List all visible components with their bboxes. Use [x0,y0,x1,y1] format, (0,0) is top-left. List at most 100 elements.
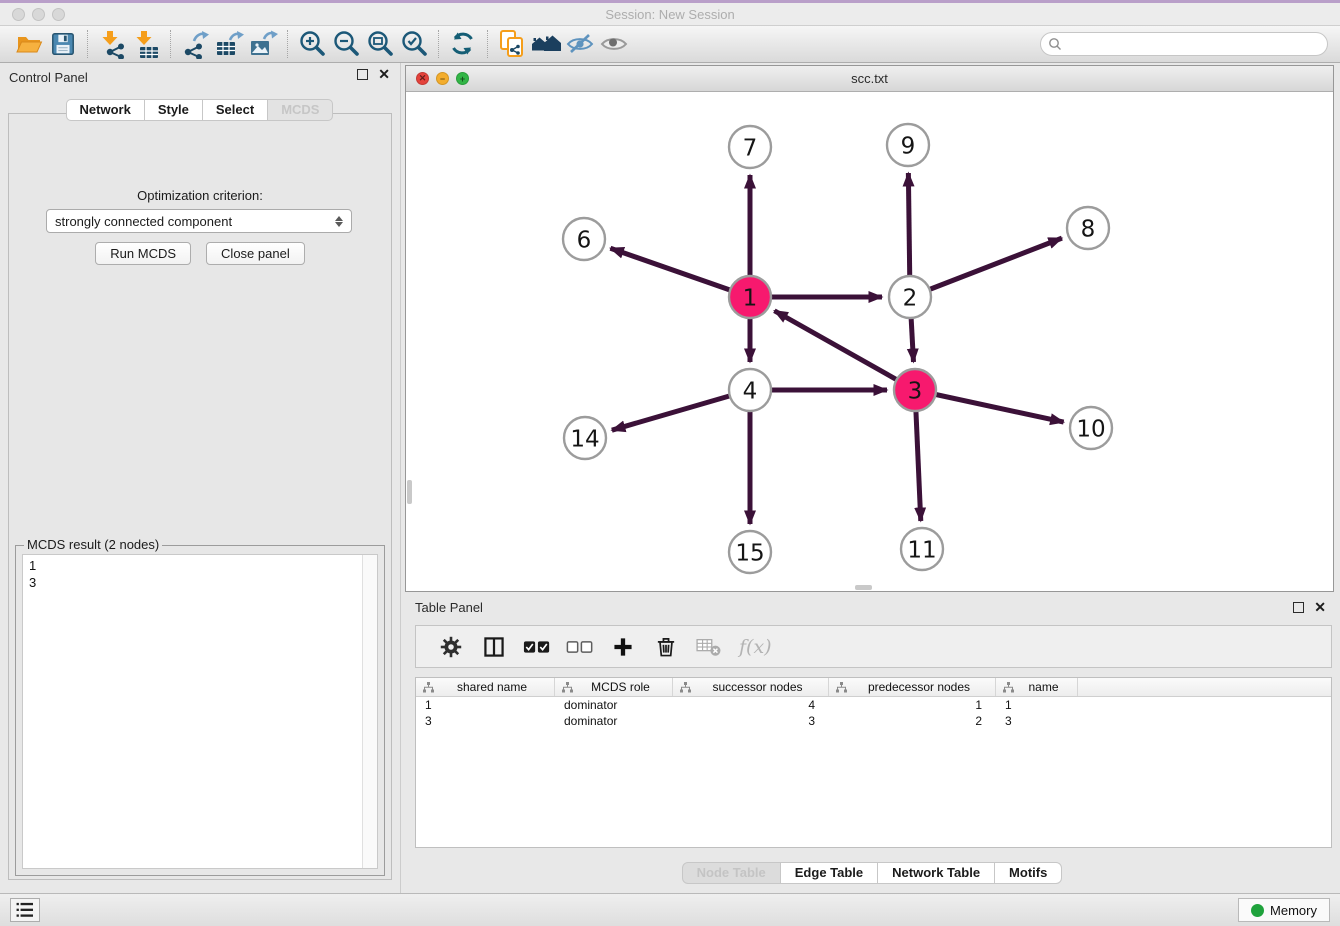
result-scrollbar[interactable] [362,555,377,868]
table-row[interactable]: 1dominator411 [416,697,1331,713]
column-header-mcds-role[interactable]: MCDS role [555,678,673,696]
mcds-result-title: MCDS result (2 nodes) [24,537,162,552]
graph-node-11[interactable]: 11 [901,528,943,570]
zoom-fit-button[interactable] [363,28,397,60]
zoom-selected-icon [399,29,429,59]
close-table-panel-icon[interactable]: ✕ [1314,601,1326,614]
table-cell: 1 [829,697,996,713]
checked-boxes-icon [523,639,551,655]
table-toolbar: f(x) [415,625,1332,668]
graph-node-8[interactable]: 8 [1067,207,1109,249]
tab-node-table[interactable]: Node Table [682,862,781,884]
mcds-result-fieldset: MCDS result (2 nodes) 13 [15,545,385,876]
zoom-in-button[interactable] [295,28,329,60]
close-panel-button[interactable]: Close panel [206,242,305,265]
mcds-result-item[interactable]: 1 [29,557,356,574]
zoom-in-icon [297,29,327,59]
graph-node-14[interactable]: 14 [564,417,606,459]
graph-node-3[interactable]: 3 [894,369,936,411]
mcds-panel: Optimization criterion: strongly connect… [8,113,392,880]
home-icon [530,29,562,59]
network-overview-button[interactable] [495,28,529,60]
graph-node-label: 15 [735,540,764,566]
close-panel-icon[interactable]: ✕ [378,68,390,81]
open-session-button[interactable] [12,28,46,60]
unchecked-boxes-icon [566,639,594,655]
tab-network-table[interactable]: Network Table [877,862,995,884]
graph-node-1[interactable]: 1 [729,276,771,318]
table-row[interactable]: 3dominator323 [416,713,1331,729]
delete-column-button[interactable] [649,631,683,663]
table-cell: 1 [996,697,1078,713]
network-hscroll-thumb[interactable] [855,585,872,590]
hide-selected-button[interactable] [563,28,597,60]
table-settings-button[interactable] [434,631,468,663]
graph-edge-2-8[interactable] [910,238,1062,297]
refresh-view-button[interactable] [446,28,480,60]
graph-edge-3-1[interactable] [774,311,915,390]
graph-node-10[interactable]: 10 [1070,407,1112,449]
column-header-successor-nodes[interactable]: successor nodes [673,678,829,696]
save-session-button[interactable] [46,28,80,60]
table-body: 1dominator4113dominator323 [416,697,1331,729]
network-window-titlebar: ✕ − + scc.txt [406,66,1333,92]
graph-node-15[interactable]: 15 [729,531,771,573]
tab-select[interactable]: Select [202,99,268,121]
export-image-button[interactable] [246,28,280,60]
import-network-button[interactable] [95,28,129,60]
import-table-button[interactable] [129,28,163,60]
graph-node-7[interactable]: 7 [729,126,771,168]
tab-edge-table[interactable]: Edge Table [780,862,878,884]
zoom-fit-icon [365,29,395,59]
delete-table-button[interactable] [692,631,726,663]
zoom-selected-button[interactable] [397,28,431,60]
toolbar-separator [438,30,439,58]
float-table-panel-icon[interactable] [1293,602,1304,613]
application-window: Session: New Session [0,0,1340,926]
tree-icon [423,682,434,693]
tab-network[interactable]: Network [66,99,145,121]
panel-selector-button[interactable] [10,898,40,922]
graph-node-label: 1 [743,285,758,311]
column-header-predecessor-nodes[interactable]: predecessor nodes [829,678,996,696]
show-column-button[interactable] [477,631,511,663]
tab-style[interactable]: Style [144,99,203,121]
graph-node-4[interactable]: 4 [729,369,771,411]
deselect-all-rows-button[interactable] [563,631,597,663]
search-input[interactable] [1040,32,1328,56]
table-tabs: Node TableEdge TableNetwork TableMotifs [405,862,1340,884]
run-mcds-button[interactable]: Run MCDS [95,242,191,265]
show-all-button[interactable] [597,28,631,60]
graph-node-2[interactable]: 2 [889,276,931,318]
add-column-button[interactable] [606,631,640,663]
graph-node-9[interactable]: 9 [887,124,929,166]
gear-icon [438,634,464,660]
tab-motifs[interactable]: Motifs [994,862,1062,884]
export-network-button[interactable] [178,28,212,60]
function-builder-button[interactable]: f(x) [739,636,772,658]
graph-edge-3-10[interactable] [915,390,1064,422]
table-cell: dominator [555,697,673,713]
mcds-result-item[interactable]: 3 [29,574,356,591]
memory-button[interactable]: Memory [1238,898,1330,922]
graph-node-label: 11 [907,537,936,563]
optimization-criterion-select[interactable]: strongly connected component [46,209,352,233]
network-canvas[interactable]: 7 9 6 8 1 2 4 3 14 10 15 11 [406,92,1333,591]
select-all-rows-button[interactable] [520,631,554,663]
export-table-button[interactable] [212,28,246,60]
zoom-out-button[interactable] [329,28,363,60]
column-header-shared-name[interactable]: shared name [416,678,555,696]
float-panel-icon[interactable] [357,69,368,80]
mcds-result-list[interactable]: 13 [22,554,378,869]
column-header-name[interactable]: name [996,678,1078,696]
graph-node-6[interactable]: 6 [563,218,605,260]
graph-node-label: 4 [743,378,758,404]
tab-mcds[interactable]: MCDS [267,99,333,121]
import-network-icon [97,29,127,59]
graph-node-label: 6 [577,227,592,253]
network-vscroll-thumb[interactable] [407,480,412,504]
graph-node-label: 7 [743,135,758,161]
export-image-icon [248,29,278,59]
export-network-icon [180,29,210,59]
home-button[interactable] [529,28,563,60]
